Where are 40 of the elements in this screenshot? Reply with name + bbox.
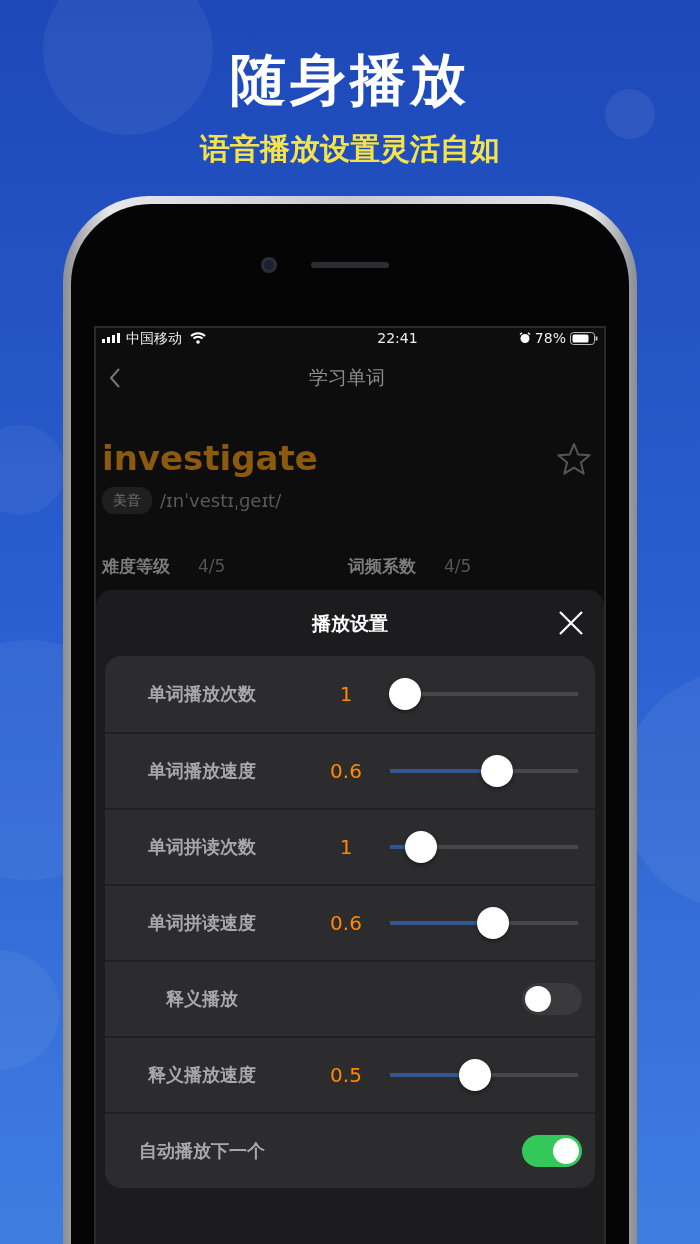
setting-label: 单词拼读次数 [147,835,257,860]
speaker-icon [311,262,389,268]
stat-label: 词频系数 [348,555,416,579]
clock-time: 22:41 [376,328,418,348]
slider-thumb[interactable] [481,754,514,787]
stat-value: 4/5 [444,555,472,579]
accent-button[interactable]: 美音 [102,487,152,515]
slider-thumb[interactable] [477,906,510,939]
setting-label: 自动播放下一个 [138,1139,266,1164]
star-icon[interactable] [556,441,592,476]
toggle-switch[interactable] [522,1134,582,1167]
toggle-switch[interactable] [522,982,582,1015]
setting-value: 0.6 [329,909,363,937]
camera-icon [261,257,277,273]
setting-value: 0.5 [329,1061,363,1089]
setting-value: 0.6 [329,757,363,785]
wifi-icon [190,332,206,344]
subheadline: 语音播放设置灵活自如 [200,134,500,164]
stat-value: 4/5 [198,555,226,579]
setting-value: 1 [338,680,354,708]
battery-icon [570,331,598,345]
carrier-name: 中国移动 [126,328,182,348]
setting-label: 释义播放速度 [147,1063,257,1088]
setting-value: 1 [338,833,354,861]
battery-percent: 78% [534,328,566,348]
slider-thumb[interactable] [405,830,437,863]
sheet-title: 播放设置 [312,610,388,636]
slider-thumb[interactable] [458,1058,491,1091]
setting-label: 单词播放次数 [147,682,257,707]
stat-label: 难度等级 [102,555,170,579]
phonetic-text: /ɪnˈvestɪˌɡeɪt/ [160,489,282,514]
headline: 随身播放 [230,52,470,108]
setting-label: 释义播放 [165,987,239,1012]
page-title: 学习单词 [308,364,386,390]
setting-label: 单词拼读速度 [147,911,257,936]
signal-icon [102,333,122,343]
alarm-icon [518,332,531,344]
word-heading: investigate [102,440,318,478]
slider-thumb[interactable] [389,677,422,710]
setting-label: 单词播放速度 [147,759,257,784]
